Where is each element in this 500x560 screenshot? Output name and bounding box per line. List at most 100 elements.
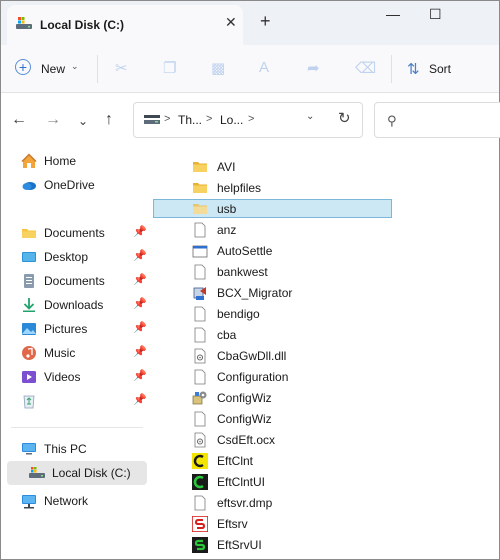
address-dropdown-icon[interactable]: ⌄ bbox=[306, 111, 314, 122]
pin-icon[interactable]: 📌 bbox=[133, 249, 147, 262]
file-list: AVI helpfiles usb anz AutoSettle bankwes… bbox=[153, 149, 499, 559]
list-item[interactable]: anz bbox=[153, 220, 392, 239]
list-item[interactable]: ConfigWiz bbox=[153, 388, 392, 407]
toolbar-divider bbox=[391, 55, 392, 83]
list-item[interactable]: EftClnt bbox=[153, 451, 392, 470]
file-name: bendigo bbox=[217, 307, 260, 321]
nav-item-documents-library[interactable]: Documents 📌 bbox=[7, 269, 147, 293]
sort-button[interactable]: ⇅ Sort bbox=[405, 54, 475, 84]
file-name: ConfigWiz bbox=[217, 412, 272, 426]
file-name: bankwest bbox=[217, 265, 268, 279]
nav-item-label: Network bbox=[44, 494, 89, 508]
tab-local-disk[interactable]: Local Disk (C:) ✕ bbox=[7, 5, 243, 45]
nav-item-downloads[interactable]: Downloads 📌 bbox=[7, 293, 147, 317]
paste-icon[interactable]: ▩ bbox=[211, 59, 225, 77]
nav-item-documents[interactable]: Documents 📌 bbox=[7, 221, 147, 245]
dll-icon bbox=[192, 348, 208, 364]
back-arrow-icon[interactable]: ← bbox=[11, 111, 27, 129]
folder-icon bbox=[21, 225, 37, 241]
up-arrow-icon[interactable]: ↑ bbox=[105, 111, 113, 129]
nav-item-videos[interactable]: Videos 📌 bbox=[7, 365, 147, 389]
file-explorer-window: Local Disk (C:) ✕ + — ☐ + New ⌄ ✂ ❐ ▩ A … bbox=[0, 0, 500, 560]
file-name: EftSrvUI bbox=[217, 538, 262, 552]
list-item[interactable]: cba bbox=[153, 325, 392, 344]
file-icon bbox=[192, 222, 208, 238]
rename-icon[interactable]: A bbox=[259, 59, 269, 76]
pictures-icon bbox=[21, 321, 37, 337]
cut-icon[interactable]: ✂ bbox=[115, 59, 128, 77]
list-item[interactable]: Eftsrv bbox=[153, 514, 392, 533]
pin-icon[interactable]: 📌 bbox=[133, 345, 147, 358]
maximize-icon[interactable]: ☐ bbox=[429, 6, 442, 23]
new-button[interactable]: + New ⌄ bbox=[9, 54, 89, 84]
new-tab-icon[interactable]: + bbox=[260, 12, 271, 30]
delete-icon[interactable]: ⌫ bbox=[355, 59, 376, 77]
search-box[interactable]: ⚲ bbox=[374, 102, 500, 138]
folder-icon bbox=[192, 159, 208, 175]
desktop-icon bbox=[21, 249, 37, 265]
recent-locations-chevron-icon[interactable]: ⌄ bbox=[78, 114, 88, 128]
pin-icon[interactable]: 📌 bbox=[133, 321, 147, 334]
close-tab-icon[interactable]: ✕ bbox=[225, 15, 237, 29]
list-item[interactable]: Configuration bbox=[153, 367, 392, 386]
pin-icon[interactable]: 📌 bbox=[133, 369, 147, 382]
pin-icon[interactable]: 📌 bbox=[133, 273, 147, 286]
plus-icon: + bbox=[15, 59, 31, 75]
file-icon bbox=[192, 411, 208, 427]
list-item[interactable]: helpfiles bbox=[153, 178, 392, 197]
tab-title: Local Disk (C:) bbox=[40, 18, 125, 32]
copy-icon[interactable]: ❐ bbox=[163, 59, 176, 77]
network-icon bbox=[21, 493, 37, 509]
file-name: helpfiles bbox=[217, 181, 262, 195]
list-item[interactable]: BCX_Migrator bbox=[153, 283, 392, 302]
nav-item-label: Local Disk (C:) bbox=[52, 466, 131, 480]
nav-item-label: Documents bbox=[44, 274, 105, 288]
file-name: AutoSettle bbox=[217, 244, 273, 258]
sort-icon: ⇅ bbox=[407, 61, 420, 78]
list-item[interactable]: AVI bbox=[153, 157, 392, 176]
list-item[interactable]: CbaGwDll.dll bbox=[153, 346, 392, 365]
pin-icon[interactable]: 📌 bbox=[133, 393, 147, 406]
nav-item-music[interactable]: Music 📌 bbox=[7, 341, 147, 365]
nav-item-network[interactable]: Network bbox=[7, 489, 147, 513]
nav-item-local-disk[interactable]: Local Disk (C:) bbox=[7, 461, 147, 485]
breadcrumb-separator-icon: > bbox=[248, 113, 255, 125]
nav-item-label: Desktop bbox=[44, 250, 89, 264]
breadcrumb-this-pc[interactable]: Th... bbox=[178, 113, 202, 127]
nav-item-this-pc[interactable]: This PC bbox=[7, 437, 147, 461]
nav-item-desktop[interactable]: Desktop 📌 bbox=[7, 245, 147, 269]
address-bar[interactable]: > Th... > Lo... > ⌄ ↻ bbox=[133, 102, 363, 138]
list-item[interactable]: AutoSettle bbox=[153, 241, 392, 260]
list-item[interactable]: eftsvr.dmp bbox=[153, 493, 392, 512]
toolbar-divider bbox=[97, 55, 98, 83]
pin-icon[interactable]: 📌 bbox=[133, 297, 147, 310]
list-item[interactable]: EftSrvUI bbox=[153, 535, 392, 554]
file-name: Configuration bbox=[217, 370, 289, 384]
nav-item-label: This PC bbox=[44, 442, 87, 456]
breadcrumb-local-disk[interactable]: Lo... bbox=[220, 113, 243, 127]
chevron-down-icon: ⌄ bbox=[71, 61, 79, 71]
list-item[interactable]: EftClntUI bbox=[153, 472, 392, 491]
forward-arrow-icon[interactable]: → bbox=[45, 111, 61, 129]
nav-item-home[interactable]: Home bbox=[7, 149, 147, 173]
eftsrv-red-icon bbox=[191, 515, 209, 533]
drive-icon bbox=[15, 15, 33, 34]
refresh-icon[interactable]: ↻ bbox=[338, 109, 351, 127]
nav-item-recycle-bin[interactable]: 📌 bbox=[7, 389, 147, 413]
list-item[interactable]: ConfigWiz bbox=[153, 409, 392, 428]
file-name: usb bbox=[217, 202, 237, 216]
file-list-scrollbar[interactable] bbox=[491, 151, 495, 551]
share-icon[interactable]: ➦ bbox=[307, 59, 320, 77]
setup-icon bbox=[192, 390, 208, 406]
home-icon bbox=[21, 153, 37, 169]
minimize-icon[interactable]: — bbox=[386, 6, 400, 22]
list-item[interactable]: bankwest bbox=[153, 262, 392, 281]
title-bar: Local Disk (C:) ✕ + — ☐ bbox=[1, 1, 499, 45]
list-item[interactable]: usb bbox=[153, 199, 392, 218]
nav-item-onedrive[interactable]: OneDrive bbox=[7, 173, 147, 197]
pin-icon[interactable]: 📌 bbox=[133, 225, 147, 238]
list-item[interactable]: CsdEft.ocx bbox=[153, 430, 392, 449]
nav-item-pictures[interactable]: Pictures 📌 bbox=[7, 317, 147, 341]
list-item[interactable]: bendigo bbox=[153, 304, 392, 323]
file-icon bbox=[192, 327, 208, 343]
